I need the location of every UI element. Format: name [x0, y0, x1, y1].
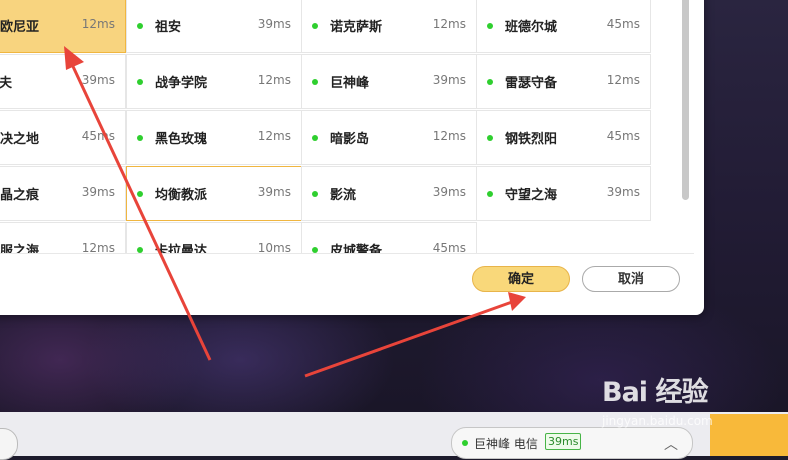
server-cell-12[interactable]: 水晶之痕 39ms: [0, 166, 126, 221]
online-dot-icon: [137, 191, 143, 197]
server-latency: 12ms: [432, 129, 466, 143]
server-select-dialog: 艾欧尼亚 12ms 祖安 39ms 诺克萨斯 12ms 班德尔城 45ms 皮尔…: [0, 0, 704, 315]
baidu-jingyan-watermark: Bai 经验 jingyan.baidu.com: [602, 370, 713, 428]
server-latency: 45ms: [606, 129, 640, 143]
server-name: 暗影岛: [330, 132, 370, 147]
server-cell-17[interactable]: 卡拉曼达 10ms: [126, 222, 302, 253]
server-cell-15[interactable]: 守望之海 39ms: [476, 166, 651, 221]
footer-divider: [0, 253, 694, 254]
online-dot-icon: [312, 135, 318, 141]
server-cell-14[interactable]: 影流 39ms: [301, 166, 477, 221]
server-latency: 39ms: [606, 185, 640, 199]
server-cell-2[interactable]: 诺克萨斯 12ms: [301, 0, 477, 53]
server-name: 雷瑟守备: [505, 76, 558, 91]
online-dot-icon: [137, 79, 143, 85]
server-latency: 12ms: [257, 129, 291, 143]
server-cell-10[interactable]: 暗影岛 12ms: [301, 110, 477, 165]
server-latency: 39ms: [432, 185, 466, 199]
server-cell-3[interactable]: 班德尔城 45ms: [476, 0, 651, 53]
server-name: 水晶之痕: [0, 188, 40, 203]
server-cell-8[interactable]: 裁决之地 45ms: [0, 110, 126, 165]
scrollbar-thumb[interactable]: [682, 0, 689, 200]
server-latency: 12ms: [606, 73, 640, 87]
server-name: 祖安: [155, 20, 182, 35]
server-cell-9[interactable]: 黑色玫瑰 12ms: [126, 110, 302, 165]
server-cell-7[interactable]: 雷瑟守备 12ms: [476, 54, 651, 109]
server-latency: 12ms: [432, 17, 466, 31]
current-server-selector[interactable]: 巨神峰 电信 39ms ︿: [451, 427, 693, 459]
server-name: 巨神峰: [330, 76, 370, 91]
current-server-isp: 电信: [513, 437, 538, 451]
online-dot-icon: [137, 135, 143, 141]
current-server-latency: 39ms: [545, 433, 582, 450]
online-dot-icon: [137, 23, 143, 29]
online-dot-icon: [312, 23, 318, 29]
server-name: 诺克萨斯: [330, 20, 383, 35]
online-dot-icon: [462, 440, 468, 446]
online-dot-icon: [312, 191, 318, 197]
server-latency: 39ms: [432, 73, 466, 87]
server-name: 影流: [330, 188, 357, 203]
server-latency: 39ms: [257, 17, 291, 31]
server-cell-13[interactable]: 均衡教派 39ms: [126, 166, 302, 221]
current-server-name: 巨神峰: [474, 437, 511, 451]
start-button[interactable]: [710, 414, 788, 456]
server-name: 裁决之地: [0, 132, 40, 147]
server-latency: 45ms: [606, 17, 640, 31]
online-dot-icon: [487, 135, 493, 141]
server-cell-4[interactable]: 皮尔特沃夫 39ms: [0, 54, 126, 109]
server-name: 钢铁烈阳: [505, 132, 558, 147]
server-latency: 39ms: [81, 73, 115, 87]
server-cell-6[interactable]: 巨神峰 39ms: [301, 54, 477, 109]
server-name: 班德尔城: [505, 20, 558, 35]
server-latency: 12ms: [257, 73, 291, 87]
server-cell-1[interactable]: 祖安 39ms: [126, 0, 302, 53]
server-name: 艾欧尼亚: [0, 20, 40, 35]
server-name: 皮尔特沃夫: [0, 76, 13, 91]
server-cell-16[interactable]: 征服之海 12ms: [0, 222, 126, 253]
server-name: 均衡教派: [155, 188, 208, 203]
online-dot-icon: [312, 79, 318, 85]
online-dot-icon: [487, 79, 493, 85]
online-dot-icon: [487, 23, 493, 29]
server-latency: 39ms: [257, 185, 291, 199]
confirm-button[interactable]: 确定: [472, 266, 570, 292]
server-name: 战争学院: [155, 76, 208, 91]
server-latency: 12ms: [81, 241, 115, 253]
online-dot-icon: [487, 191, 493, 197]
server-name: 皮城警备: [330, 244, 383, 253]
watermark-logo: Bai 经验: [602, 377, 708, 408]
chevron-up-icon: ︿: [664, 437, 678, 453]
server-latency: 45ms: [432, 241, 466, 253]
server-latency: 45ms: [81, 129, 115, 143]
current-server-label: 巨神峰 电信: [474, 435, 538, 452]
cancel-button[interactable]: 取消: [582, 266, 680, 292]
server-cell-11[interactable]: 钢铁烈阳 45ms: [476, 110, 651, 165]
server-name: 黑色玫瑰: [155, 132, 208, 147]
server-cell-18[interactable]: 皮城警备 45ms: [301, 222, 477, 253]
watermark-url: jingyan.baidu.com: [602, 414, 713, 428]
server-cell-5[interactable]: 战争学院 12ms: [126, 54, 302, 109]
server-name: 征服之海: [0, 244, 40, 253]
server-latency: 12ms: [81, 17, 115, 31]
server-latency: 10ms: [257, 241, 291, 253]
server-cell-0[interactable]: 艾欧尼亚 12ms: [0, 0, 126, 53]
server-grid: 艾欧尼亚 12ms 祖安 39ms 诺克萨斯 12ms 班德尔城 45ms 皮尔…: [0, 0, 651, 253]
server-name: 守望之海: [505, 188, 558, 203]
server-name: 卡拉曼达: [155, 244, 208, 253]
server-latency: 39ms: [81, 185, 115, 199]
